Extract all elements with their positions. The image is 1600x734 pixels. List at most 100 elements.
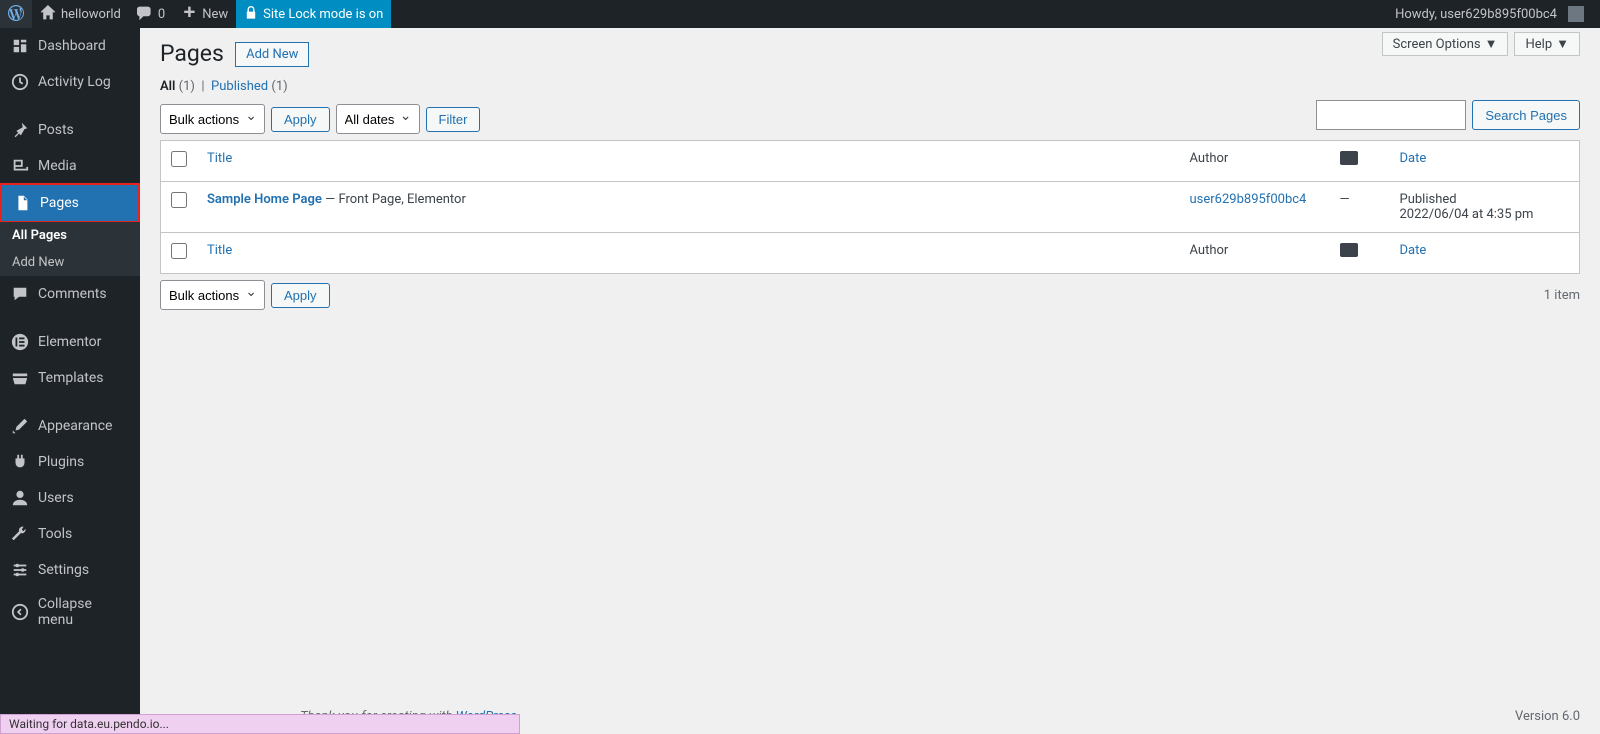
tablenav-bottom: Bulk actions Apply 1 item: [160, 280, 1580, 310]
plug-icon: [10, 452, 30, 472]
howdy-text: Howdy, user629b895f00bc4: [1395, 7, 1557, 22]
bulk-actions-select-bottom[interactable]: Bulk actions: [160, 280, 265, 310]
caret-down-icon: ▼: [1556, 36, 1569, 52]
table-row: Sample Home Page — Front Page, Elementor…: [161, 182, 1580, 233]
add-new-button[interactable]: Add New: [235, 42, 309, 67]
screen-meta-tabs: Screen Options ▼ Help ▼: [1382, 32, 1580, 56]
page-title-link[interactable]: Sample Home Page: [207, 192, 322, 207]
sidebar-item-label: Plugins: [38, 454, 84, 470]
media-icon: [10, 156, 30, 176]
submenu-all-pages[interactable]: All Pages: [0, 222, 140, 249]
sidebar-item-activity-log[interactable]: Activity Log: [0, 64, 140, 100]
lock-icon: [244, 6, 258, 23]
sidebar-item-settings[interactable]: Settings: [0, 552, 140, 588]
screen-options-tab[interactable]: Screen Options ▼: [1382, 32, 1509, 56]
comments-header[interactable]: [1330, 141, 1390, 182]
pages-table: Title Author Date Sample Home Page — Fro…: [160, 140, 1580, 274]
filter-published-count: (1): [271, 79, 287, 94]
title-footer-link[interactable]: Title: [207, 243, 232, 258]
filter-all[interactable]: All: [160, 79, 175, 94]
wordpress-icon: [8, 5, 24, 24]
filter-all-label: All: [160, 79, 175, 94]
elementor-icon: [10, 332, 30, 352]
view-filters: All (1) | Published (1): [160, 79, 1580, 94]
sidebar-item-label: Users: [38, 490, 74, 506]
row-title-cell: Sample Home Page — Front Page, Elementor: [197, 182, 1180, 233]
page-title: Pages: [160, 28, 224, 71]
sidebar-item-label: Comments: [38, 286, 107, 302]
templates-icon: [10, 368, 30, 388]
admin-bar: helloworld 0 New Site Lock mode is on Ho…: [0, 0, 1600, 28]
sidebar-item-plugins[interactable]: Plugins: [0, 444, 140, 480]
screen-options-label: Screen Options: [1393, 37, 1481, 52]
date-status: Published: [1400, 192, 1457, 207]
date-footer-link[interactable]: Date: [1400, 243, 1427, 258]
sidebar-item-pages[interactable]: Pages: [2, 185, 138, 221]
sidebar-item-posts[interactable]: Posts: [0, 112, 140, 148]
sidebar-item-comments[interactable]: Comments: [0, 276, 140, 312]
bulk-actions-select[interactable]: Bulk actions: [160, 104, 265, 134]
comments-footer[interactable]: [1330, 233, 1390, 274]
pages-submenu: All Pages Add New: [0, 222, 140, 276]
sidebar-item-appearance[interactable]: Appearance: [0, 408, 140, 444]
date-footer[interactable]: Date: [1390, 233, 1580, 274]
title-footer[interactable]: Title: [197, 233, 1180, 274]
settings-icon: [10, 560, 30, 580]
date-filter-select[interactable]: All dates: [336, 104, 420, 134]
search-input[interactable]: [1316, 100, 1466, 130]
sidebar-item-elementor[interactable]: Elementor: [0, 324, 140, 360]
filter-button[interactable]: Filter: [426, 107, 481, 132]
select-all-checkbox[interactable]: [171, 151, 187, 167]
post-state: — Front Page, Elementor: [322, 192, 466, 207]
avatar: [1568, 6, 1584, 22]
sidebar-item-tools[interactable]: Tools: [0, 516, 140, 552]
dashboard-icon: [10, 36, 30, 56]
row-author-cell: user629b895f00bc4: [1180, 182, 1330, 233]
apply-button[interactable]: Apply: [271, 107, 330, 132]
comment-icon: [1340, 243, 1358, 257]
author-link[interactable]: user629b895f00bc4: [1190, 192, 1307, 207]
search-pages-button[interactable]: Search Pages: [1472, 100, 1580, 130]
row-select-checkbox[interactable]: [171, 192, 187, 208]
author-footer: Author: [1180, 233, 1330, 274]
site-name-link[interactable]: helloworld: [32, 0, 129, 28]
brush-icon: [10, 416, 30, 436]
date-header-link[interactable]: Date: [1400, 151, 1427, 166]
pin-icon: [10, 120, 30, 140]
site-lock-link[interactable]: Site Lock mode is on: [236, 0, 391, 28]
sidebar-item-media[interactable]: Media: [0, 148, 140, 184]
sidebar-item-label: Appearance: [38, 418, 112, 434]
title-header[interactable]: Title: [197, 141, 1180, 182]
date-header[interactable]: Date: [1390, 141, 1580, 182]
comments-count: 0: [158, 7, 165, 22]
page-icon: [12, 193, 32, 213]
author-header: Author: [1180, 141, 1330, 182]
submenu-add-new[interactable]: Add New: [0, 249, 140, 276]
row-select-cell: [161, 182, 198, 233]
comment-icon: [137, 5, 153, 24]
wordpress-logo[interactable]: [0, 0, 32, 28]
help-tab[interactable]: Help ▼: [1514, 32, 1580, 56]
select-all-checkbox-footer[interactable]: [171, 243, 187, 259]
pages-highlight: Pages: [0, 183, 140, 223]
sidebar-item-label: Media: [38, 158, 77, 174]
filter-published-label: Published: [211, 79, 268, 94]
collapse-icon: [10, 602, 30, 622]
home-icon: [40, 5, 56, 24]
search-box: Search Pages: [1316, 100, 1580, 130]
comment-icon: [1340, 151, 1358, 165]
comments-link[interactable]: 0: [129, 0, 173, 28]
sidebar-item-label: Pages: [40, 195, 79, 211]
filter-published[interactable]: Published: [211, 79, 268, 94]
apply-button-bottom[interactable]: Apply: [271, 283, 330, 308]
new-content-link[interactable]: New: [173, 0, 236, 28]
sidebar-item-collapse[interactable]: Collapse menu: [0, 588, 140, 636]
sidebar-item-label: Activity Log: [38, 74, 111, 90]
sidebar-item-templates[interactable]: Templates: [0, 360, 140, 396]
my-account-link[interactable]: Howdy, user629b895f00bc4: [1387, 0, 1592, 28]
sidebar-item-users[interactable]: Users: [0, 480, 140, 516]
title-header-link[interactable]: Title: [207, 151, 232, 166]
sidebar-item-dashboard[interactable]: Dashboard: [0, 28, 140, 64]
sidebar-item-label: Templates: [38, 370, 104, 386]
version-text: Version 6.0: [1515, 709, 1580, 724]
